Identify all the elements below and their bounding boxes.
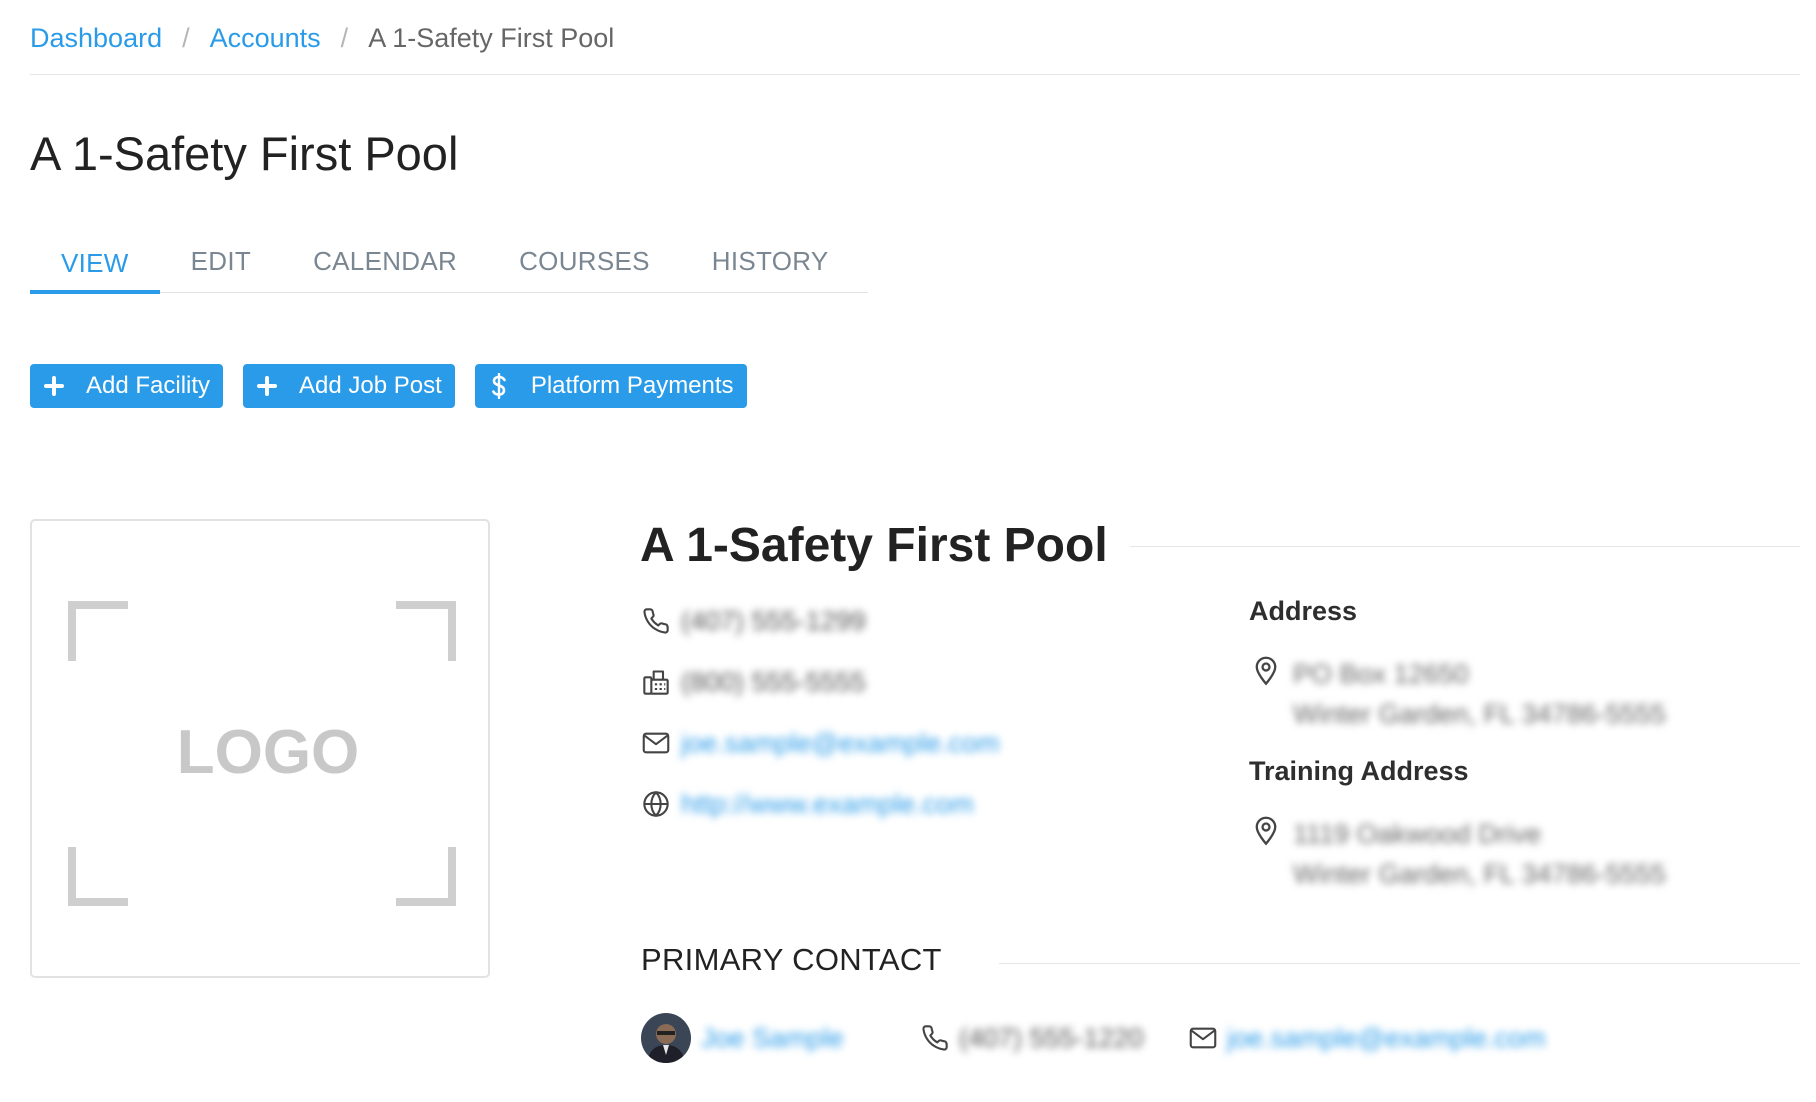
address-line-2: Winter Garden, FL 34786-5555 xyxy=(1293,699,1666,729)
training-address-block: 1119 Oakwood Drive Winter Garden, FL 347… xyxy=(1251,814,1666,894)
account-tabs: VIEW EDIT CALENDAR COURSES HISTORY xyxy=(30,232,868,294)
tab-history[interactable]: HISTORY xyxy=(681,232,860,292)
plus-icon xyxy=(255,376,279,396)
breadcrumb-divider xyxy=(30,74,1800,75)
training-address-heading: Training Address xyxy=(1249,756,1469,786)
account-fax-row: (800) 555-5555 xyxy=(641,664,866,700)
breadcrumb-separator: / xyxy=(340,22,349,53)
phone-icon xyxy=(641,606,671,636)
primary-contact-divider xyxy=(999,963,1800,964)
account-fax: (800) 555-5555 xyxy=(681,666,866,697)
address-line-1: PO Box 12650 xyxy=(1293,659,1469,689)
action-toolbar: Add Facility Add Job Post Platform Payme… xyxy=(30,364,747,408)
tab-calendar[interactable]: CALENDAR xyxy=(282,232,488,292)
breadcrumb-accounts[interactable]: Accounts xyxy=(210,23,321,54)
account-logo[interactable]: LOGO xyxy=(30,519,490,978)
account-website-link[interactable]: http://www.example.com xyxy=(681,789,974,820)
primary-contact-phone: (407) 555-1220 xyxy=(959,1022,1144,1053)
address-block: PO Box 12650 Winter Garden, FL 34786-555… xyxy=(1251,654,1666,734)
globe-icon xyxy=(641,789,671,819)
envelope-icon xyxy=(641,728,671,758)
fax-icon xyxy=(641,667,671,697)
breadcrumb-separator: / xyxy=(182,22,190,53)
avatar[interactable] xyxy=(641,1013,691,1063)
account-phone: (407) 555-1299 xyxy=(681,605,866,636)
account-view-page: Dashboard / Accounts / A 1-Safety First … xyxy=(30,0,1800,1102)
plus-icon xyxy=(42,376,66,396)
account-email-link[interactable]: joe.sample@example.com xyxy=(681,728,1000,759)
primary-contact-email-link[interactable]: joe.sample@example.com xyxy=(1227,1023,1546,1054)
breadcrumb-dashboard[interactable]: Dashboard xyxy=(30,23,162,54)
account-email-row: joe.sample@example.com xyxy=(641,725,1000,761)
phone-icon xyxy=(921,1024,949,1052)
add-job-post-label: Add Job Post xyxy=(299,372,442,399)
map-pin-icon xyxy=(1251,814,1281,850)
primary-contact-heading: PRIMARY CONTACT xyxy=(641,942,942,977)
primary-contact-name-link[interactable]: Joe Sample xyxy=(701,1023,891,1054)
training-address-line-2: Winter Garden, FL 34786-5555 xyxy=(1293,859,1666,889)
logo-placeholder-graphic: LOGO xyxy=(68,601,456,906)
breadcrumb-current: A 1-Safety First Pool xyxy=(368,22,615,53)
tab-courses[interactable]: COURSES xyxy=(488,232,681,292)
add-facility-label: Add Facility xyxy=(86,372,211,399)
tab-edit[interactable]: EDIT xyxy=(160,232,282,292)
breadcrumb: Dashboard / Accounts / A 1-Safety First … xyxy=(30,20,614,56)
account-name-heading: A 1-Safety First Pool xyxy=(640,519,1108,572)
logo-placeholder-text: LOGO xyxy=(177,718,360,787)
primary-contact-row: Joe Sample (407) 555-1220 joe.sample@exa… xyxy=(641,1012,1546,1064)
platform-payments-button[interactable]: Platform Payments xyxy=(474,364,747,408)
tab-view[interactable]: VIEW xyxy=(30,232,160,294)
account-website-row: http://www.example.com xyxy=(641,786,974,822)
address-heading: Address xyxy=(1249,596,1358,626)
account-name-divider xyxy=(1130,546,1800,547)
envelope-icon xyxy=(1189,1026,1217,1050)
add-facility-button[interactable]: Add Facility xyxy=(30,364,224,408)
page-title: A 1-Safety First Pool xyxy=(30,127,459,180)
add-job-post-button[interactable]: Add Job Post xyxy=(243,364,455,408)
dollar-icon xyxy=(487,373,511,399)
account-phone-row: (407) 555-1299 xyxy=(641,603,866,639)
training-address-line-1: 1119 Oakwood Drive xyxy=(1293,819,1542,849)
platform-payments-label: Platform Payments xyxy=(530,372,734,399)
map-pin-icon xyxy=(1251,654,1281,690)
